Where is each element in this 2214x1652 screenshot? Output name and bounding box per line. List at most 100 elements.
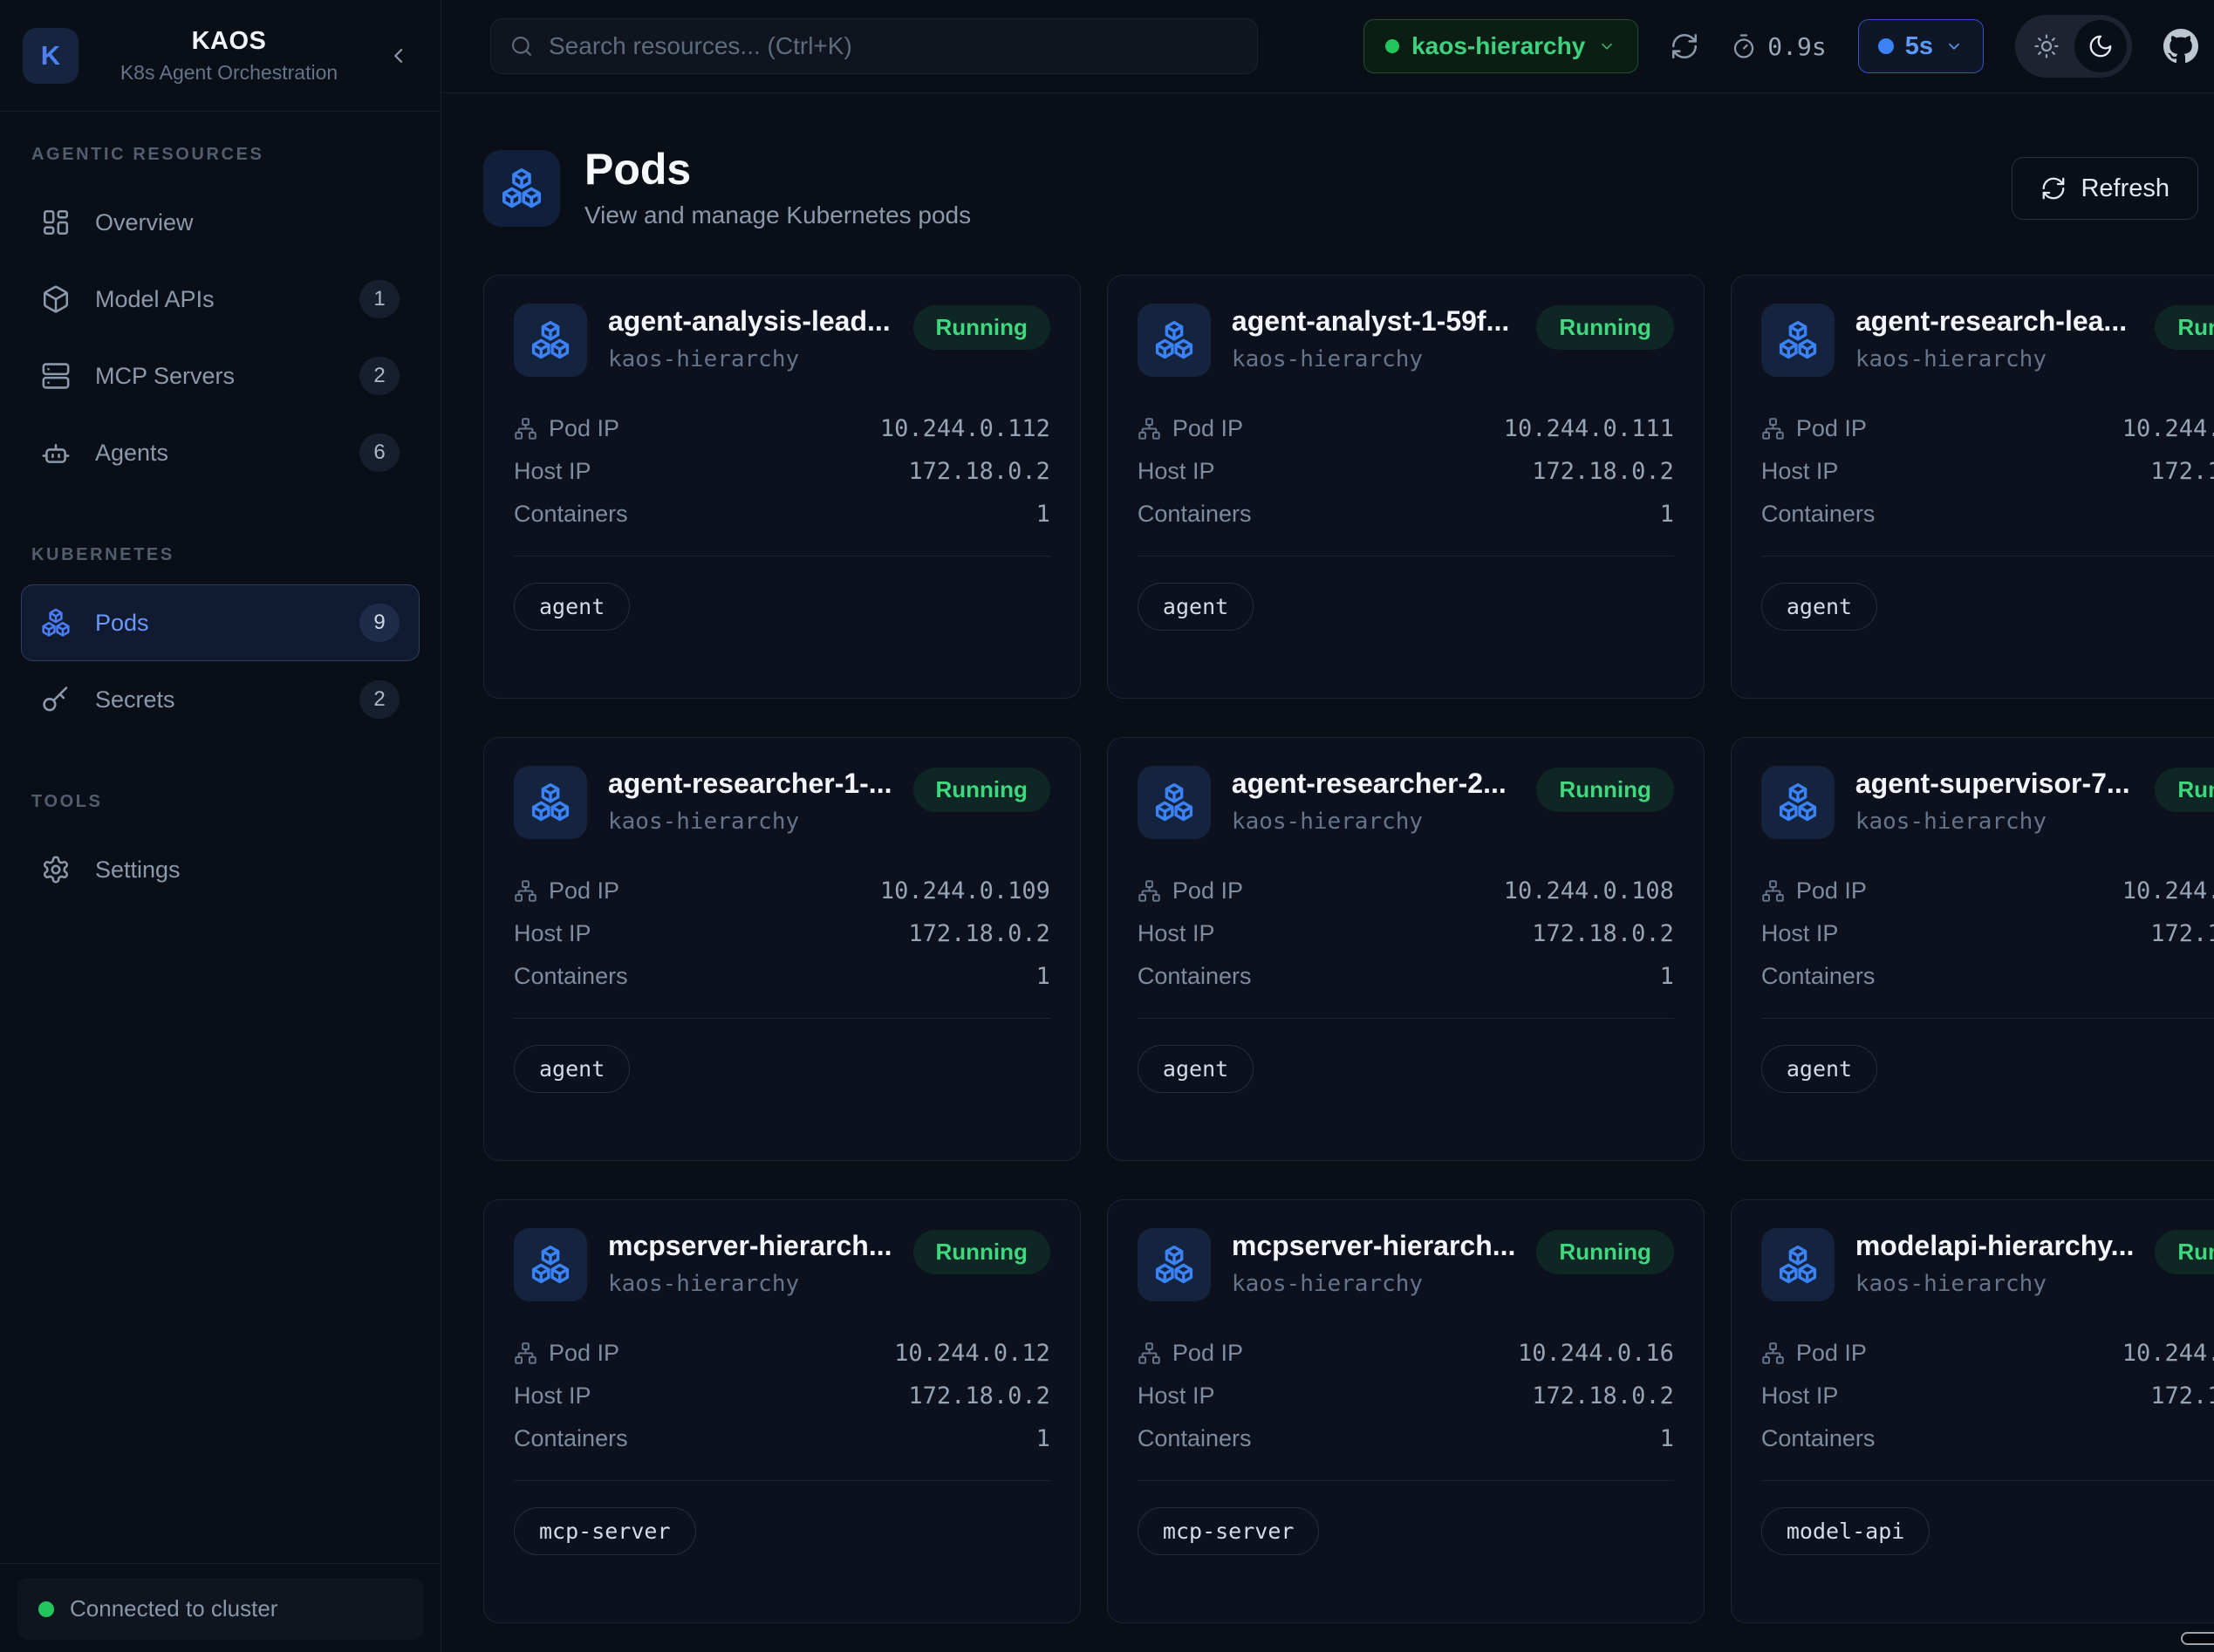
pod-ip-row: Pod IP 10.244.0.111: [1138, 415, 1674, 442]
host-ip-row: Host IP 172.18.0.2: [514, 920, 1050, 947]
pod-icon-tile: [1761, 1228, 1835, 1301]
pod-ip-value: 10.244.0.108: [1504, 877, 1674, 905]
pod-title-block: agent-researcher-2... kaos-hierarchy: [1232, 766, 1516, 835]
light-theme-button[interactable]: [2020, 20, 2073, 72]
interval-dot-icon: [1878, 38, 1894, 54]
containers-row: Containers 1: [514, 501, 1050, 528]
pod-ip-label: Pod IP: [514, 877, 619, 905]
containers-row: Containers 1: [1138, 963, 1674, 990]
namespace-status-dot-icon: [1385, 39, 1399, 53]
pod-namespace: kaos-hierarchy: [608, 809, 892, 835]
pods-icon: [1154, 320, 1194, 360]
sidebar-collapse-button[interactable]: [379, 37, 418, 75]
sidebar-item-secrets[interactable]: Secrets 2: [21, 661, 420, 738]
pod-card[interactable]: agent-research-lea... kaos-hierarchy Run…: [1731, 275, 2214, 699]
pods-icon: [530, 1245, 571, 1285]
topbar-refresh-button[interactable]: [1670, 31, 1699, 61]
pod-card[interactable]: modelapi-hierarchy... kaos-hierarchy Run…: [1731, 1199, 2214, 1623]
sidebar-item-agents[interactable]: Agents 6: [21, 414, 420, 491]
pod-card-header: modelapi-hierarchy... kaos-hierarchy Run…: [1761, 1228, 2214, 1301]
host-ip-label: Host IP: [1138, 920, 1215, 947]
host-ip-row: Host IP 172.18.0.2: [514, 1382, 1050, 1410]
sun-icon: [2033, 33, 2060, 59]
network-icon: [1138, 417, 1161, 440]
pod-namespace: kaos-hierarchy: [1855, 809, 2135, 835]
host-ip-row: Host IP 172.18.0.2: [1138, 458, 1674, 485]
sidebar-item-settings[interactable]: Settings: [21, 831, 420, 908]
containers-label: Containers: [1138, 501, 1252, 528]
refresh-button[interactable]: Refresh: [2012, 157, 2198, 220]
status-badge: Running: [2155, 768, 2214, 812]
pod-icon-tile: [1138, 304, 1211, 377]
sidebar-item-overview[interactable]: Overview: [21, 184, 420, 261]
pod-card[interactable]: mcpserver-hierarch... kaos-hierarchy Run…: [483, 1199, 1081, 1623]
cluster-status-text: Connected to cluster: [70, 1595, 277, 1622]
app-title-block: KAOS K8s Agent Orchestration: [79, 27, 379, 85]
gear-icon: [41, 855, 71, 884]
sidebar-item-mcp-servers[interactable]: MCP Servers 2: [21, 338, 420, 414]
pod-tags: agent: [1761, 583, 2214, 631]
divider: [514, 1018, 1050, 1019]
containers-row: Containers 1: [1761, 1425, 2214, 1452]
pods-icon: [1778, 320, 1818, 360]
sidebar-item-pods[interactable]: Pods 9: [21, 584, 420, 661]
containers-label: Containers: [1761, 501, 1876, 528]
sidebar-footer: Connected to cluster: [0, 1563, 441, 1652]
pod-title-block: mcpserver-hierarch... kaos-hierarchy: [1232, 1228, 1516, 1297]
main-area: kaos-hierarchy 0.9s 5s: [441, 0, 2214, 1652]
app-title: KAOS: [79, 27, 379, 56]
pod-icon-tile: [1138, 766, 1211, 839]
pod-icon-tile: [1761, 766, 1835, 839]
cluster-status: Connected to cluster: [17, 1578, 423, 1640]
horizontal-scrollbar-thumb[interactable]: [2181, 1632, 2214, 1645]
page-title-block: Pods View and manage Kubernetes pods: [584, 147, 971, 229]
refresh-icon: [2040, 175, 2067, 201]
pod-name: agent-researcher-1-...: [608, 768, 892, 800]
search-icon: [509, 34, 534, 58]
pod-namespace: kaos-hierarchy: [1232, 1271, 1516, 1297]
containers-row: Containers 1: [1138, 1425, 1674, 1452]
namespace-selector[interactable]: kaos-hierarchy: [1363, 19, 1638, 73]
pod-ip-label: Pod IP: [514, 1340, 619, 1367]
dark-theme-button[interactable]: [2074, 20, 2127, 72]
app-subtitle: K8s Agent Orchestration: [79, 61, 379, 85]
host-ip-row: Host IP 172.18.0.2: [1761, 458, 2214, 485]
github-link[interactable]: [2163, 29, 2198, 64]
pod-icon-tile: [514, 304, 587, 377]
pod-card[interactable]: agent-researcher-1-... kaos-hierarchy Ru…: [483, 737, 1081, 1161]
container-tag: agent: [1761, 583, 1877, 631]
sidebar: K KAOS K8s Agent Orchestration AGENTIC R…: [0, 0, 441, 1652]
pod-icon-tile: [514, 766, 587, 839]
pod-card[interactable]: agent-researcher-2... kaos-hierarchy Run…: [1107, 737, 1705, 1161]
sidebar-item-model-apis[interactable]: Model APIs 1: [21, 261, 420, 338]
pod-card-header: agent-researcher-2... kaos-hierarchy Run…: [1138, 766, 1674, 839]
sidebar-header: K KAOS K8s Agent Orchestration: [0, 0, 441, 112]
pod-card[interactable]: mcpserver-hierarch... kaos-hierarchy Run…: [1107, 1199, 1705, 1623]
pod-card[interactable]: agent-analysis-lead... kaos-hierarchy Ru…: [483, 275, 1081, 699]
poll-interval-selector[interactable]: 5s: [1858, 19, 1984, 73]
pod-tags: mcp-server: [514, 1507, 1050, 1555]
pod-card[interactable]: agent-analyst-1-59f... kaos-hierarchy Ru…: [1107, 275, 1705, 699]
containers-label: Containers: [514, 1425, 628, 1452]
search-input[interactable]: [490, 18, 1258, 74]
pods-icon: [1778, 1245, 1818, 1285]
host-ip-value: 172.18.0.2: [2150, 458, 2214, 485]
pod-ip-row: Pod IP 10.244.0.155: [1761, 877, 2214, 905]
container-tag: agent: [1138, 1045, 1254, 1093]
pods-grid: agent-analysis-lead... kaos-hierarchy Ru…: [483, 275, 2198, 1623]
host-ip-value: 172.18.0.2: [2150, 1382, 2214, 1410]
pod-card[interactable]: agent-supervisor-7... kaos-hierarchy Run…: [1731, 737, 2214, 1161]
pod-card-header: agent-analyst-1-59f... kaos-hierarchy Ru…: [1138, 304, 1674, 377]
pods-icon: [1778, 782, 1818, 823]
refresh-duration-value: 0.9s: [1767, 32, 1826, 61]
page-header: Pods View and manage Kubernetes pods Ref…: [483, 147, 2198, 229]
pod-tags: agent: [1761, 1045, 2214, 1093]
pod-name: mcpserver-hierarch...: [1232, 1230, 1516, 1262]
pod-ip-label: Pod IP: [1761, 415, 1867, 442]
pod-ip-row: Pod IP 10.244.0.110: [1761, 415, 2214, 442]
pod-icon-tile: [1761, 304, 1835, 377]
pod-title-block: agent-analysis-lead... kaos-hierarchy: [608, 304, 892, 372]
pod-ip-label: Pod IP: [1761, 877, 1867, 905]
host-ip-value: 172.18.0.2: [1532, 458, 1674, 485]
host-ip-value: 172.18.0.2: [1532, 920, 1674, 947]
